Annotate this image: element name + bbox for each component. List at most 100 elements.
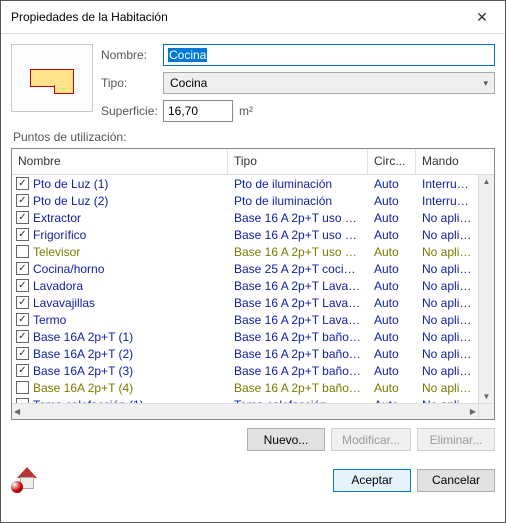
- table-row[interactable]: ✓ Lavavajillas Base 16 A 2p+T Lavador...Au…: [12, 294, 478, 311]
- row-name: Base 16A 2p+T (3): [33, 364, 133, 378]
- row-checkbox[interactable]: ✓: [16, 177, 29, 190]
- modificar-button: Modificar...: [331, 428, 411, 451]
- row-mando: No aplicable: [416, 245, 478, 259]
- row-tipo: Base 16 A 2p+T baño / ...: [228, 381, 368, 395]
- cancelar-button[interactable]: Cancelar: [417, 469, 495, 492]
- row-name: Base 16A 2p+T (2): [33, 347, 133, 361]
- form-area: Nombre: Cocina Tipo: Cocina ▾ Superficie…: [11, 44, 495, 122]
- surface-unit: m²: [233, 104, 253, 118]
- row-tipo: Base 16 A 2p+T uso gen...: [228, 245, 368, 259]
- row-checkbox[interactable]: ✓: [16, 330, 29, 343]
- table-row[interactable]: ✓ Base 16A 2p+T (1) Base 16 A 2p+T baño / …: [12, 328, 478, 345]
- table-row[interactable]: ✓ Base 16A 2p+T (3) Base 16 A 2p+T baño / …: [12, 362, 478, 379]
- name-value: Cocina: [168, 48, 207, 62]
- row-tipo: Base 16 A 2p+T uso gen...: [228, 228, 368, 242]
- row-circ: Auto: [368, 296, 416, 310]
- table-row[interactable]: ✓Pto de Luz (2)Pto de iluminaciónAutoInt…: [12, 192, 478, 209]
- row-tipo: Pto de iluminación: [228, 194, 368, 208]
- row-checkbox[interactable]: ✓: [16, 262, 29, 275]
- app-icon: [11, 467, 41, 493]
- col-tipo[interactable]: Tipo: [228, 149, 368, 174]
- row-mando: No aplicable: [416, 381, 478, 395]
- row-tipo: Base 16 A 2p+T uso gen...: [228, 211, 368, 225]
- row-mando: No aplicable: [416, 228, 478, 242]
- row-checkbox[interactable]: [16, 245, 29, 258]
- col-circ[interactable]: Circ...: [368, 149, 416, 174]
- aceptar-button[interactable]: Aceptar: [333, 469, 411, 492]
- row-name: Base 16A 2p+T (4): [33, 381, 133, 395]
- tipo-label: Tipo:: [101, 76, 163, 90]
- section-label: Puntos de utilización:: [13, 130, 495, 144]
- row-mando: No aplicable: [416, 279, 478, 293]
- row-checkbox[interactable]: ✓: [16, 211, 29, 224]
- points-table: Nombre Tipo Circ... Mando ✓Pto de Luz (1…: [11, 148, 495, 420]
- col-mando[interactable]: Mando: [416, 149, 494, 174]
- table-row[interactable]: ✓TermoBase 16 A 2p+T Lavador...AutoNo ap…: [12, 311, 478, 328]
- row-name: Termo: [33, 313, 66, 327]
- table-row[interactable]: ✓Pto de Luz (1)Pto de iluminaciónAutoInt…: [12, 175, 478, 192]
- row-checkbox[interactable]: ✓: [16, 279, 29, 292]
- row-circ: Auto: [368, 245, 416, 259]
- content: Nombre: Cocina Tipo: Cocina ▾ Superficie…: [1, 34, 505, 457]
- tipo-select[interactable]: Cocina ▾: [163, 72, 495, 94]
- row-circ: Auto: [368, 347, 416, 361]
- table-row[interactable]: ✓ Cocina/horno Base 25 A 2p+T cocina /...A…: [12, 260, 478, 277]
- tipo-value: Cocina: [170, 76, 207, 90]
- row-checkbox[interactable]: [16, 381, 29, 394]
- row-checkbox[interactable]: ✓: [16, 347, 29, 360]
- row-mando: No aplicable: [416, 330, 478, 344]
- table-row[interactable]: Base 16A 2p+T (4) Base 16 A 2p+T baño / .…: [12, 379, 478, 396]
- row-circ: Auto: [368, 330, 416, 344]
- row-tipo: Base 16 A 2p+T baño / ...: [228, 330, 368, 344]
- form-grid: Nombre: Cocina Tipo: Cocina ▾ Superficie…: [101, 44, 495, 122]
- row-tipo: Base 16 A 2p+T Lavador...: [228, 279, 368, 293]
- name-label: Nombre:: [101, 48, 163, 62]
- nuevo-button[interactable]: Nuevo...: [247, 428, 325, 451]
- row-mando: No aplicable: [416, 211, 478, 225]
- row-checkbox[interactable]: ✓: [16, 313, 29, 326]
- row-tipo: Base 16 A 2p+T baño / ...: [228, 364, 368, 378]
- row-checkbox[interactable]: ✓: [16, 228, 29, 241]
- eliminar-button: Eliminar...: [417, 428, 495, 451]
- row-tipo: Pto de iluminación: [228, 177, 368, 191]
- row-name: Televisor: [33, 245, 80, 259]
- row-circ: Auto: [368, 211, 416, 225]
- room-thumbnail: [11, 44, 93, 112]
- row-tipo: Base 25 A 2p+T cocina /...: [228, 262, 368, 276]
- footer: Aceptar Cancelar: [1, 457, 505, 503]
- surface-label: Superficie:: [101, 104, 163, 118]
- window-title: Propiedades de la Habitación: [11, 10, 168, 24]
- row-name: Base 16A 2p+T (1): [33, 330, 133, 344]
- row-name: Lavavajillas: [33, 296, 95, 310]
- row-name: Cocina/horno: [33, 262, 104, 276]
- table-row[interactable]: Toma calefacción (1)Toma calefacciónAuto…: [12, 396, 478, 403]
- row-checkbox[interactable]: ✓: [16, 364, 29, 377]
- row-mando: No aplicable: [416, 347, 478, 361]
- row-circ: Auto: [368, 364, 416, 378]
- row-tipo: Base 16 A 2p+T Lavador...: [228, 313, 368, 327]
- row-checkbox[interactable]: ✓: [16, 296, 29, 309]
- table-row[interactable]: ✓Base 16A 2p+T (2)Base 16 A 2p+T baño / …: [12, 345, 478, 362]
- table-row[interactable]: Televisor Base 16 A 2p+T uso gen...AutoNo…: [12, 243, 478, 260]
- name-input[interactable]: Cocina: [163, 44, 495, 66]
- table-row[interactable]: ✓ExtractorBase 16 A 2p+T uso gen...AutoN…: [12, 209, 478, 226]
- chevron-down-icon: ▾: [483, 78, 488, 89]
- table-row[interactable]: ✓FrigoríficoBase 16 A 2p+T uso gen...Aut…: [12, 226, 478, 243]
- row-mando: No aplicable: [416, 296, 478, 310]
- surface-input[interactable]: 16,70: [163, 100, 233, 122]
- row-checkbox[interactable]: ✓: [16, 194, 29, 207]
- col-nombre[interactable]: Nombre: [12, 149, 228, 174]
- row-mando: No aplicable: [416, 313, 478, 327]
- close-button[interactable]: ✕: [467, 7, 497, 27]
- row-mando: Interruptor: [416, 177, 478, 191]
- surface-value: 16,70: [168, 104, 198, 118]
- vertical-scrollbar[interactable]: ▲ ▼: [478, 175, 494, 403]
- table-row[interactable]: ✓LavadoraBase 16 A 2p+T Lavador...AutoNo…: [12, 277, 478, 294]
- table-header: Nombre Tipo Circ... Mando: [12, 149, 494, 175]
- row-circ: Auto: [368, 194, 416, 208]
- row-circ: Auto: [368, 262, 416, 276]
- scrollbar-corner: [478, 403, 494, 419]
- room-shape-icon: [30, 69, 74, 87]
- row-tipo: Base 16 A 2p+T Lavador...: [228, 296, 368, 310]
- horizontal-scrollbar[interactable]: ◀ ▶: [12, 403, 478, 419]
